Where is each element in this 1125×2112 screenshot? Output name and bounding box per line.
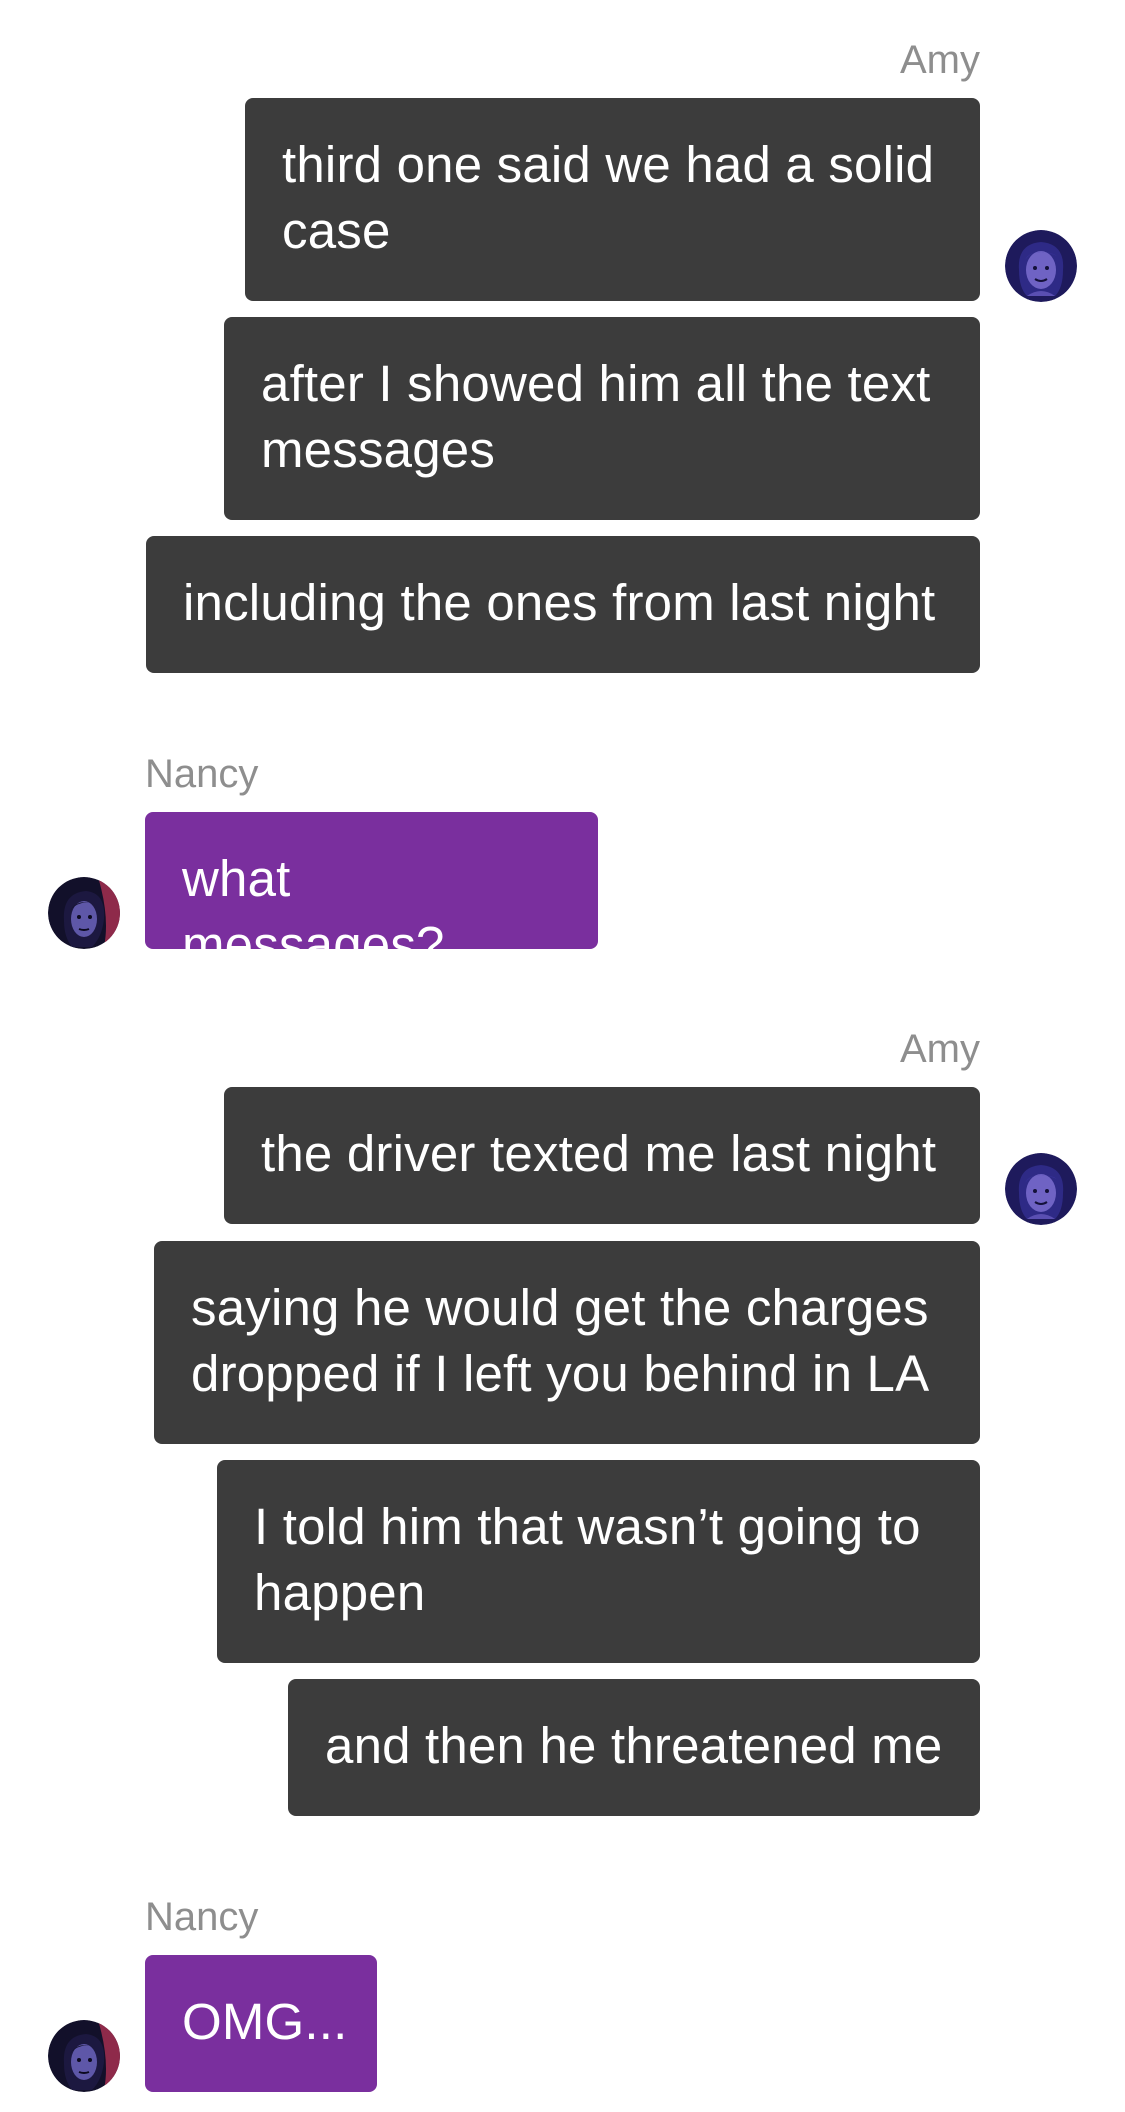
message-bubble[interactable]: OMG... — [145, 1955, 377, 2092]
sender-name-amy: Amy — [900, 1027, 980, 1071]
message-text: I told him that wasn’t going to happen — [254, 1498, 921, 1621]
message-bubble[interactable]: the driver texted me last night — [224, 1087, 980, 1224]
message-text: what messages? — [182, 850, 445, 973]
message-bubble[interactable]: third one said we had a solid case — [245, 98, 980, 301]
message-bubble[interactable]: and then he threatened me — [288, 1679, 980, 1816]
message-text: after I showed him all the text messages — [261, 355, 931, 478]
message-text: OMG... — [182, 1993, 348, 2050]
sender-name-amy: Amy — [900, 38, 980, 82]
message-bubble[interactable]: saying he would get the charges dropped … — [154, 1241, 980, 1444]
message-text: third one said we had a solid case — [282, 136, 935, 259]
message-text: the driver texted me last night — [261, 1125, 937, 1182]
message-bubble[interactable]: after I showed him all the text messages — [224, 317, 980, 520]
message-bubble[interactable]: what messages? — [145, 812, 598, 973]
amy-avatar-icon[interactable] — [1005, 230, 1077, 302]
message-text: including the ones from last night — [183, 574, 936, 631]
amy-avatar-icon[interactable] — [1005, 1153, 1077, 1225]
message-text: and then he threatened me — [325, 1717, 943, 1774]
nancy-avatar-icon[interactable] — [48, 2020, 120, 2092]
message-bubble[interactable]: I told him that wasn’t going to happen — [217, 1460, 980, 1663]
nancy-avatar-icon[interactable] — [48, 877, 120, 949]
message-bubble[interactable]: including the ones from last night — [146, 536, 980, 673]
message-text: saying he would get the charges dropped … — [191, 1279, 930, 1402]
sender-name-nancy: Nancy — [145, 1895, 259, 1939]
sender-name-nancy: Nancy — [145, 752, 259, 796]
